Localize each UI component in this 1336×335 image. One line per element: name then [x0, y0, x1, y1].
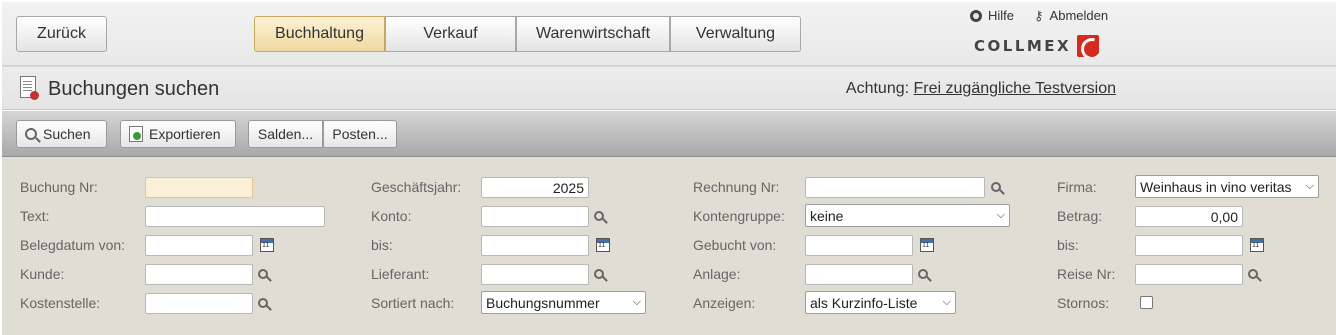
page-title: Buchungen suchen — [48, 78, 220, 100]
tab-verkauf[interactable]: Verkauf — [385, 16, 516, 52]
tab-warenwirtschaft[interactable]: Warenwirtschaft — [516, 16, 670, 52]
test-version-link[interactable]: Frei zugängliche Testversion — [914, 80, 1116, 97]
export-button[interactable]: Exportieren — [120, 120, 236, 148]
lieferant-input[interactable] — [481, 264, 589, 285]
rechnung-nr-input[interactable] — [805, 177, 985, 198]
text-label: Text: — [20, 208, 50, 224]
geschaeftsjahr-label: Geschäftsjahr: — [371, 179, 462, 195]
rechnung-search-icon[interactable] — [991, 179, 1007, 195]
kostenstelle-search-icon[interactable] — [258, 295, 274, 311]
export-icon — [129, 126, 143, 142]
kostenstelle-label: Kostenstelle: — [20, 295, 101, 311]
title-bar: Buchungen suchen Achtung: Frei zugänglic… — [2, 66, 1336, 110]
export-button-label: Exportieren — [149, 126, 221, 142]
reise-search-icon[interactable] — [1248, 266, 1264, 282]
help-label: Hilfe — [988, 8, 1015, 23]
chevron-down-icon: ⌵ — [942, 296, 951, 308]
logo-text: COLLMEX — [974, 37, 1072, 55]
search-button[interactable]: Suchen — [16, 120, 107, 148]
konto-input[interactable] — [481, 206, 589, 227]
help-link[interactable]: Hilfe — [970, 8, 1014, 23]
search-form: Buchung Nr: Text: Belegdatum von: Kunde:… — [2, 157, 1336, 335]
sortiert-nach-label: Sortiert nach: — [371, 295, 455, 311]
search-icon — [25, 128, 37, 140]
anlage-label: Anlage: — [693, 266, 741, 282]
back-button[interactable]: Zurück — [16, 16, 107, 52]
geschaeftsjahr-input[interactable] — [481, 177, 589, 198]
bis-input[interactable] — [1135, 235, 1243, 256]
chevron-down-icon: ⌵ — [996, 209, 1005, 221]
firma-label: Firma: — [1057, 179, 1097, 195]
betrag-label: Betrag: — [1057, 208, 1103, 224]
firma-select[interactable]: Weinhaus in vino veritas ⌵ — [1135, 175, 1319, 198]
document-icon — [20, 76, 39, 100]
rechnung-nr-label: Rechnung Nr: — [693, 179, 780, 195]
help-icon — [970, 9, 982, 22]
kontengruppe-label: Kontengruppe: — [693, 208, 785, 224]
bis-label: bis: — [1057, 237, 1079, 253]
calendar-icon[interactable] — [920, 238, 934, 252]
buchung-nr-input[interactable] — [145, 177, 253, 198]
tab-buchhaltung[interactable]: Buchhaltung — [254, 16, 385, 52]
tab-verwaltung[interactable]: Verwaltung — [670, 16, 801, 52]
kunde-label: Kunde: — [20, 266, 65, 282]
bis-label: bis: — [371, 237, 393, 253]
notice-label: Achtung: — [845, 80, 910, 97]
stornos-label: Stornos: — [1057, 295, 1110, 311]
reise-nr-label: Reise Nr: — [1057, 266, 1116, 282]
sortiert-nach-value: Buchungsnummer — [486, 294, 600, 311]
calendar-icon[interactable] — [260, 238, 274, 252]
buchung-nr-label: Buchung Nr: — [20, 179, 98, 195]
calendar-icon[interactable] — [1250, 238, 1264, 252]
logo-mark-icon — [1077, 35, 1100, 57]
konto-search-icon[interactable] — [594, 208, 610, 224]
calendar-icon[interactable] — [596, 238, 610, 252]
key-icon: ⚷ — [1034, 7, 1044, 23]
collmex-logo: COLLMEX — [974, 35, 1100, 57]
posten-button[interactable]: Posten... — [323, 120, 397, 148]
anzeigen-value: als Kurzinfo-Liste — [810, 294, 918, 311]
anzeigen-label: Anzeigen: — [693, 295, 756, 311]
kostenstelle-input[interactable] — [145, 293, 253, 314]
anlage-search-icon[interactable] — [918, 266, 934, 282]
gebucht-von-label: Gebucht von: — [693, 237, 777, 253]
firma-value: Weinhaus in vino veritas — [1140, 178, 1292, 195]
kunde-search-icon[interactable] — [258, 266, 274, 282]
top-links: Hilfe ⚷ Abmelden — [970, 8, 1108, 23]
konto-label: Konto: — [371, 208, 412, 224]
anzeigen-select[interactable]: als Kurzinfo-Liste ⌵ — [805, 291, 956, 314]
kontengruppe-select[interactable]: keine ⌵ — [805, 204, 1010, 227]
chevron-down-icon: ⌵ — [1305, 180, 1314, 192]
betrag-input[interactable] — [1135, 206, 1243, 227]
gebucht-von-input[interactable] — [805, 235, 913, 256]
anlage-input[interactable] — [805, 264, 913, 285]
lieferant-label: Lieferant: — [371, 266, 430, 282]
logout-link[interactable]: ⚷ Abmelden — [1034, 8, 1108, 23]
action-toolbar: Suchen Exportieren Salden... Posten... — [2, 111, 1336, 157]
top-header: Zurück Buchhaltung Verkauf Warenwirtscha… — [2, 2, 1336, 66]
kunde-input[interactable] — [145, 264, 253, 285]
test-version-notice: Achtung: Frei zugängliche Testversion — [846, 80, 1116, 98]
reise-nr-input[interactable] — [1135, 264, 1243, 285]
sortiert-nach-select[interactable]: Buchungsnummer ⌵ — [481, 291, 646, 314]
text-input[interactable] — [145, 206, 325, 227]
search-button-label: Suchen — [43, 126, 91, 142]
chevron-down-icon: ⌵ — [632, 296, 641, 308]
logout-label: Abmelden — [1049, 8, 1109, 23]
belegdatum-von-label: Belegdatum von: — [20, 237, 126, 253]
belegdatum-von-input[interactable] — [145, 235, 253, 256]
bis-input[interactable] — [481, 235, 589, 256]
salden-button[interactable]: Salden... — [248, 120, 323, 148]
kontengruppe-value: keine — [810, 207, 844, 224]
lieferant-search-icon[interactable] — [594, 266, 610, 282]
stornos-checkbox[interactable] — [1140, 296, 1153, 309]
